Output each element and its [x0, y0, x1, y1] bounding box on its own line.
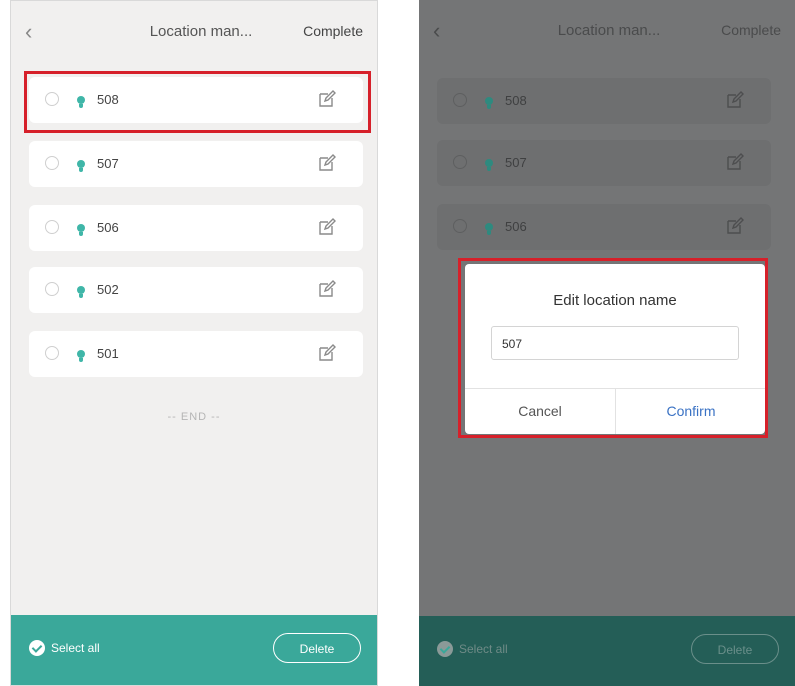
highlight-box: [24, 71, 371, 133]
row-radio[interactable]: [45, 346, 59, 360]
edit-icon[interactable]: [317, 217, 337, 237]
location-row[interactable]: 501: [29, 331, 363, 377]
select-all-toggle[interactable]: Select all: [437, 641, 508, 657]
row-radio[interactable]: [45, 156, 59, 170]
location-row[interactable]: 506: [437, 204, 771, 250]
location-row[interactable]: 507: [437, 140, 771, 186]
location-label: 507: [97, 156, 119, 171]
check-circle-icon: [437, 641, 453, 657]
list-end-marker: -- END --: [167, 411, 221, 423]
location-row[interactable]: 502: [29, 267, 363, 313]
back-icon[interactable]: ‹: [25, 21, 47, 43]
select-all-toggle[interactable]: Select all: [29, 640, 100, 656]
row-radio[interactable]: [453, 155, 467, 169]
delete-button[interactable]: Delete: [691, 634, 779, 664]
select-all-label: Select all: [51, 641, 100, 655]
edit-icon[interactable]: [725, 216, 745, 236]
location-label: 501: [97, 346, 119, 361]
location-pin-icon: [77, 224, 85, 236]
row-radio[interactable]: [453, 219, 467, 233]
location-label: 502: [97, 282, 119, 297]
edit-icon[interactable]: [317, 153, 337, 173]
edit-icon[interactable]: [725, 90, 745, 110]
header: ‹ Location man... Complete: [419, 0, 795, 62]
page-title: Location man...: [149, 23, 253, 40]
bottom-action-bar: Select all Delete: [419, 616, 795, 686]
location-pin-icon: [485, 223, 493, 235]
edit-icon[interactable]: [317, 343, 337, 363]
location-row[interactable]: 507: [29, 141, 363, 187]
location-pin-icon: [485, 159, 493, 171]
bottom-action-bar: Select all Delete: [11, 615, 377, 685]
delete-button[interactable]: Delete: [273, 633, 361, 663]
edit-icon[interactable]: [317, 279, 337, 299]
edit-icon[interactable]: [725, 152, 745, 172]
back-icon[interactable]: ‹: [433, 20, 455, 42]
location-pin-icon: [485, 97, 493, 109]
complete-button[interactable]: Complete: [303, 23, 363, 39]
location-label: 507: [505, 155, 527, 170]
row-radio[interactable]: [45, 220, 59, 234]
row-radio[interactable]: [45, 282, 59, 296]
location-pin-icon: [77, 350, 85, 362]
page-title: Location man...: [557, 22, 661, 39]
check-circle-icon: [29, 640, 45, 656]
select-all-label: Select all: [459, 642, 508, 656]
complete-button[interactable]: Complete: [721, 22, 781, 38]
location-row[interactable]: 508: [437, 78, 771, 124]
row-radio[interactable]: [453, 93, 467, 107]
location-label: 506: [97, 220, 119, 235]
header: ‹ Location man... Complete: [11, 1, 377, 63]
location-label: 506: [505, 219, 527, 234]
location-pin-icon: [77, 160, 85, 172]
location-row[interactable]: 506: [29, 205, 363, 251]
location-pin-icon: [77, 286, 85, 298]
highlight-box: [458, 258, 768, 438]
location-label: 508: [505, 93, 527, 108]
